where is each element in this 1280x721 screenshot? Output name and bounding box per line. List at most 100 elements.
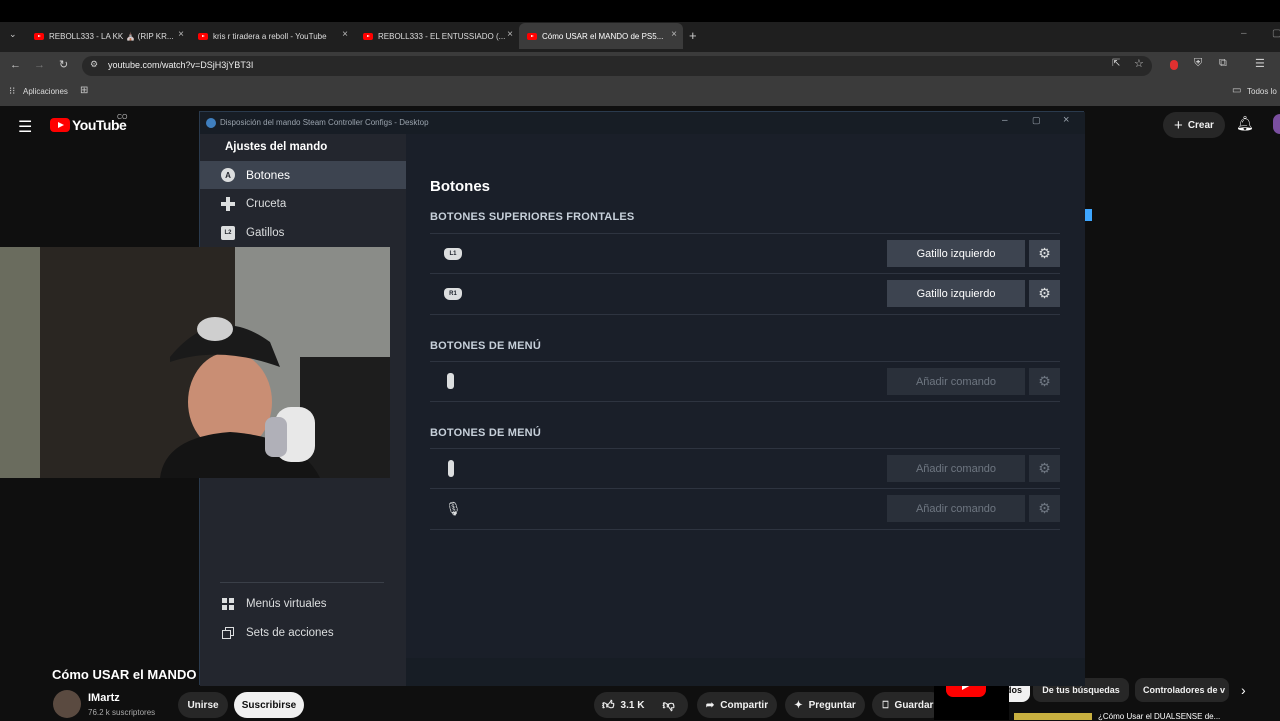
- webcam-overlay: [0, 247, 390, 478]
- minimize-window-icon[interactable]: –: [1241, 28, 1247, 39]
- reload-icon[interactable]: ↻: [59, 58, 68, 71]
- add-command-button[interactable]: Añadir comando: [887, 495, 1025, 522]
- dpad-icon: [221, 197, 235, 211]
- new-tab-icon[interactable]: +: [689, 28, 697, 43]
- minimize-icon[interactable]: –: [1002, 115, 1008, 126]
- youtube-favicon-icon: [363, 32, 373, 40]
- extensions-puzzle-icon[interactable]: ⧉: [1219, 57, 1227, 70]
- maximize-window-icon[interactable]: ▢: [1272, 28, 1280, 39]
- gear-icon[interactable]: ⚙: [1029, 240, 1060, 267]
- grid-icon: [221, 597, 235, 611]
- channel-avatar[interactable]: [53, 690, 81, 718]
- sparkle-icon: ✦: [794, 699, 803, 711]
- tab-reboll-2[interactable]: REBOLL333 - EL ENTUSSIADO (... ×: [363, 26, 513, 46]
- command-label: Añadir comando: [915, 462, 997, 475]
- bookmark-star-icon[interactable]: ☆: [1134, 57, 1144, 70]
- l1-bumper-icon: L1: [444, 248, 462, 260]
- close-window-icon[interactable]: ×: [1063, 114, 1069, 126]
- back-icon[interactable]: ←: [10, 59, 21, 71]
- gear-icon[interactable]: ⚙: [1029, 455, 1060, 482]
- ask-button[interactable]: ✦ Preguntar: [785, 692, 865, 718]
- share-button[interactable]: ➦ Compartir: [697, 692, 777, 718]
- subscribe-label: Suscribirse: [241, 699, 297, 711]
- create-button[interactable]: + Crear: [1163, 112, 1225, 138]
- command-label: Añadir comando: [915, 375, 997, 388]
- apps-grid-icon[interactable]: ⁝⁝: [9, 86, 15, 97]
- youtube-favicon-icon: [527, 32, 537, 40]
- next-video-thumbnail[interactable]: [1014, 713, 1092, 720]
- chevron-right-icon[interactable]: ›: [1241, 682, 1246, 698]
- close-tab-icon[interactable]: ×: [178, 29, 184, 40]
- tab-search-icon[interactable]: ⌄: [9, 29, 17, 40]
- gear-icon[interactable]: ⚙: [1029, 368, 1060, 395]
- install-app-icon[interactable]: ⇱: [1112, 58, 1120, 69]
- scroll-indicator: [1084, 209, 1092, 221]
- sidebar-header: Ajustes del mando: [225, 141, 328, 153]
- close-tab-icon[interactable]: ×: [507, 29, 513, 40]
- command-button[interactable]: Gatillo izquierdo: [887, 280, 1025, 307]
- chip-controllers[interactable]: Controladores de v: [1135, 678, 1229, 702]
- thumbs-up-icon[interactable]: 👍︎: [602, 698, 615, 713]
- channel-name[interactable]: IMartz: [88, 692, 120, 704]
- video-title: Cómo USAR el MANDO: [52, 667, 197, 682]
- touchpad-click-icon: [447, 373, 454, 389]
- tab-reboll-1[interactable]: REBOLL333 - LA KK ⛪ (RIP KR... ×: [34, 26, 184, 46]
- create-button-icon: [448, 460, 454, 477]
- chip-label: De tus búsquedas: [1042, 685, 1120, 695]
- tab-active-mando[interactable]: Cómo USAR el MANDO de PS5... ×: [519, 23, 683, 49]
- sidebar-item-label: Menús virtuales: [246, 598, 327, 610]
- gear-icon[interactable]: ⚙: [1029, 280, 1060, 307]
- section-heading: BOTONES DE MENÚ: [430, 340, 541, 352]
- subscribe-button[interactable]: Suscribirse: [234, 692, 304, 718]
- gear-icon[interactable]: ⚙: [1029, 495, 1060, 522]
- maximize-icon[interactable]: ▢: [1032, 115, 1041, 126]
- close-tab-icon[interactable]: ×: [342, 29, 348, 40]
- shield-extension-icon[interactable]: ⛨: [1194, 57, 1202, 70]
- join-button[interactable]: Unirse: [178, 692, 228, 718]
- close-tab-icon[interactable]: ×: [671, 29, 677, 40]
- sidebar-item-sets-acciones[interactable]: Sets de acciones: [200, 619, 406, 647]
- forward-icon[interactable]: →: [34, 59, 45, 71]
- section-heading: BOTONES DE MENÚ: [430, 427, 541, 439]
- url-text[interactable]: youtube.com/watch?v=DSjH3jYBT3I: [108, 60, 253, 70]
- ask-label: Preguntar: [808, 699, 856, 711]
- reading-list-icon[interactable]: ☰: [1255, 57, 1265, 70]
- webcam-person-image: [0, 247, 390, 478]
- hamburger-menu-icon[interactable]: ☰: [18, 117, 32, 137]
- tab-groups-icon[interactable]: ⊞: [80, 85, 88, 96]
- thumbs-down-icon[interactable]: 👎︎: [662, 698, 674, 713]
- add-command-button[interactable]: Añadir comando: [887, 455, 1025, 482]
- layers-icon: [221, 626, 235, 640]
- binding-row-mic: 🎙︎ Añadir comando ⚙: [430, 489, 1060, 530]
- sidebar-item-gatillos[interactable]: L2 Gatillos: [200, 219, 406, 247]
- section-heading: BOTONES SUPERIORES FRONTALES: [430, 211, 635, 223]
- add-command-button[interactable]: Añadir comando: [887, 368, 1025, 395]
- l2-trigger-icon: L2: [221, 226, 235, 240]
- like-dislike-group: 👍︎ 3.1 K 👎︎: [594, 692, 688, 718]
- all-bookmarks[interactable]: Todos lo: [1247, 87, 1277, 96]
- tab-title: kris r tiradera a reboll - YouTube: [213, 31, 327, 41]
- bookmark-apps[interactable]: Aplicaciones: [23, 87, 68, 96]
- sidebar-divider: [220, 582, 384, 583]
- site-info-icon[interactable]: ⚙: [90, 59, 98, 70]
- tab-title: REBOLL333 - EL ENTUSSIADO (...: [378, 31, 506, 41]
- sidebar-item-botones[interactable]: A Botones: [200, 161, 406, 189]
- window-title: Disposición del mando Steam Controller C…: [220, 118, 429, 127]
- like-count[interactable]: 3.1 K: [621, 700, 645, 711]
- share-label: Compartir: [720, 699, 769, 711]
- steam-logo-icon: [206, 118, 216, 128]
- youtube-favicon-icon: [198, 32, 208, 40]
- bookmarks-bar: ⁝⁝ Aplicaciones ⊞ ▭ Todos lo: [0, 80, 1280, 106]
- sidebar-item-menus-virtuales[interactable]: Menús virtuales: [200, 590, 406, 618]
- sidebar-item-cruceta[interactable]: Cruceta: [200, 190, 406, 218]
- youtube-logo-icon[interactable]: [50, 118, 70, 132]
- youtube-favicon-icon: [34, 32, 44, 40]
- binding-row-create: Añadir comando ⚙: [430, 448, 1060, 489]
- sidebar-item-label: Sets de acciones: [246, 627, 334, 639]
- notifications-bell-icon[interactable]: 🔔︎: [1236, 115, 1254, 132]
- avatar[interactable]: [1273, 114, 1280, 134]
- extension-red-icon[interactable]: [1170, 60, 1178, 70]
- tab-kris[interactable]: kris r tiradera a reboll - YouTube ×: [198, 26, 348, 46]
- command-button[interactable]: Gatillo izquierdo: [887, 240, 1025, 267]
- bookmark-icon: ⎕: [882, 699, 889, 711]
